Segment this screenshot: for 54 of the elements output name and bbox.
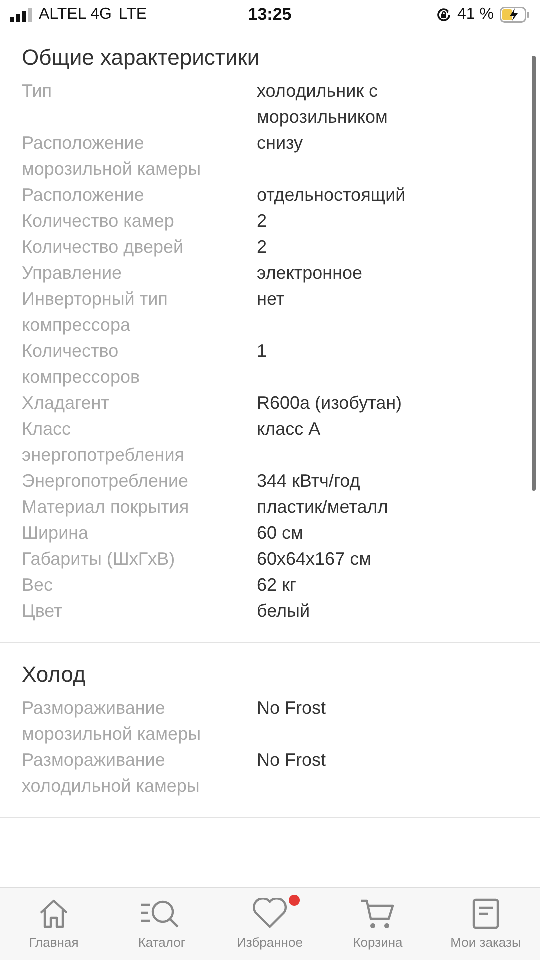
spec-label: Управление xyxy=(22,262,124,285)
heart-icon xyxy=(252,898,288,930)
document-icon xyxy=(472,898,500,930)
spec-label: Хладагент xyxy=(22,392,110,415)
home-icon xyxy=(38,899,70,929)
spec-value: 1 xyxy=(257,340,268,363)
spec-label: Расположение xyxy=(22,184,146,207)
spec-label: Габариты (ШхГхВ) xyxy=(22,548,176,571)
spec-label: Инверторный тип компрессора xyxy=(22,288,169,337)
spec-label: Вес xyxy=(22,574,54,597)
spec-label: Количество камер xyxy=(22,210,176,233)
cart-icon xyxy=(360,898,396,930)
spec-value: 60 см xyxy=(257,522,304,545)
spec-value: 60x64x167 см xyxy=(257,548,372,571)
spec-value: 2 xyxy=(257,236,268,259)
spec-value: 62 кг xyxy=(257,574,298,597)
signal-icon xyxy=(10,8,32,22)
spec-label: Ширина xyxy=(22,522,90,545)
scrollbar[interactable] xyxy=(532,56,536,491)
spec-value: белый xyxy=(257,600,312,623)
tab-bar-item[interactable]: Мои заказы xyxy=(432,888,540,960)
section-title: Холод xyxy=(22,661,87,689)
spec-label: Количество дверей xyxy=(22,236,185,259)
spec-label: Размораживание морозильной камеры xyxy=(22,697,202,746)
spec-value: пластик/металл xyxy=(257,496,390,519)
spec-value: No Frost xyxy=(257,749,328,772)
spec-value: 344 кВтч/год xyxy=(257,470,362,493)
network-type: LTE xyxy=(118,6,148,24)
spec-value: снизу xyxy=(257,132,304,155)
spec-value: электронное xyxy=(257,262,364,285)
spec-label: Тип xyxy=(22,80,54,103)
spec-label: Материал покрытия xyxy=(22,496,190,519)
spec-value: нет xyxy=(257,288,286,311)
tab-bar-item[interactable]: Корзина xyxy=(324,888,432,960)
spec-label: Энергопотребление xyxy=(22,470,190,493)
tab-bar-item[interactable]: Избранное xyxy=(216,888,324,960)
spec-value: 2 xyxy=(257,210,268,233)
rotation-lock-icon xyxy=(436,7,452,23)
spec-label: Цвет xyxy=(22,600,64,623)
battery-charging-icon xyxy=(500,7,530,23)
spec-value: R600a (изобутан) xyxy=(257,392,404,415)
tab-bar-item[interactable]: Каталог xyxy=(108,888,216,960)
clock: 13:25 xyxy=(248,5,292,25)
spec-label: Класс энергопотребления xyxy=(22,418,186,467)
spec-value: класс A xyxy=(257,418,322,441)
spec-label: Расположение морозильной камеры xyxy=(22,132,202,181)
battery-percent: 41 % xyxy=(458,6,494,24)
section-title: Общие характеристики xyxy=(22,44,261,72)
spec-value: отдельностоящий xyxy=(257,184,407,207)
tab-bar-item[interactable]: Главная xyxy=(0,888,108,960)
spec-label: Размораживание холодильной камеры xyxy=(22,749,201,798)
spec-label: Количество компрессоров xyxy=(22,340,142,389)
carrier-name: ALTEL 4G xyxy=(39,6,112,24)
spec-value: No Frost xyxy=(257,697,328,720)
